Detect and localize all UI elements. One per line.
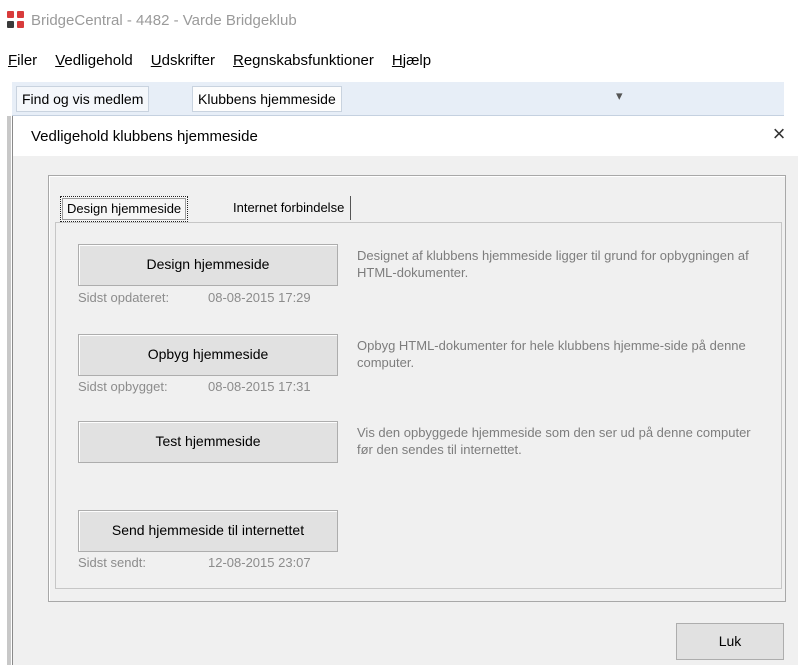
quick-tab-bar: Find og vis medlem Klubbens hjemmeside ▾ [12,82,784,116]
dialog-title: Vedligehold klubbens hjemmeside [31,128,258,145]
sidst-opdateret-label: Sidst opdateret: [78,290,170,305]
design-hjemmeside-button[interactable]: Design hjemmeside [78,244,338,286]
menu-hjaelp[interactable]: Hjælp [392,52,431,69]
sidst-opbygget-label: Sidst opbygget: [78,379,168,394]
sidst-opbygget-value: 08-08-2015 17:31 [208,379,311,394]
dialog-header: Vedligehold klubbens hjemmeside × [13,116,798,156]
chevron-down-icon[interactable]: ▾ [616,88,623,104]
luk-button[interactable]: Luk [676,623,784,660]
design-description: Designet af klubbens hjemmeside ligger t… [357,248,749,280]
opbyg-hjemmeside-button[interactable]: Opbyg hjemmeside [78,334,338,376]
sidst-opdateret-value: 08-08-2015 17:29 [208,290,311,305]
window-title: BridgeCentral - 4482 - Varde Bridgeklub [31,12,297,29]
test-description: Vis den opbyggede hjemmeside som den ser… [357,425,751,457]
test-hjemmeside-button[interactable]: Test hjemmeside [78,421,338,463]
close-icon[interactable]: × [767,122,791,146]
opbyg-description: Opbyg HTML-dokumenter for hele klubbens … [357,338,746,370]
sidst-sendt-label: Sidst sendt: [78,555,146,570]
sidst-sendt-value: 12-08-2015 23:07 [208,555,311,570]
app-logo-icon [7,11,25,29]
send-hjemmeside-button[interactable]: Send hjemmeside til internettet [78,510,338,552]
menu-filer[interactable]: Filer [8,52,37,69]
menu-udskrifter[interactable]: Udskrifter [151,52,215,69]
menu-bar: Filer Vedligehold Udskrifter Regnskabsfu… [0,40,798,80]
tab-find-og-vis-medlem[interactable]: Find og vis medlem [16,86,150,112]
window-edge [7,116,11,665]
tab-klubbens-hjemmeside[interactable]: Klubbens hjemmeside [192,86,342,112]
menu-regnskabsfunktioner[interactable]: Regnskabsfunktioner [233,52,374,69]
title-bar: BridgeCentral - 4482 - Varde Bridgeklub [0,0,798,40]
menu-vedligehold[interactable]: Vedligehold [55,52,133,69]
tab-design-hjemmeside[interactable]: Design hjemmeside [60,196,189,222]
tab-internet-forbindelse[interactable]: Internet forbindelse [227,196,352,220]
